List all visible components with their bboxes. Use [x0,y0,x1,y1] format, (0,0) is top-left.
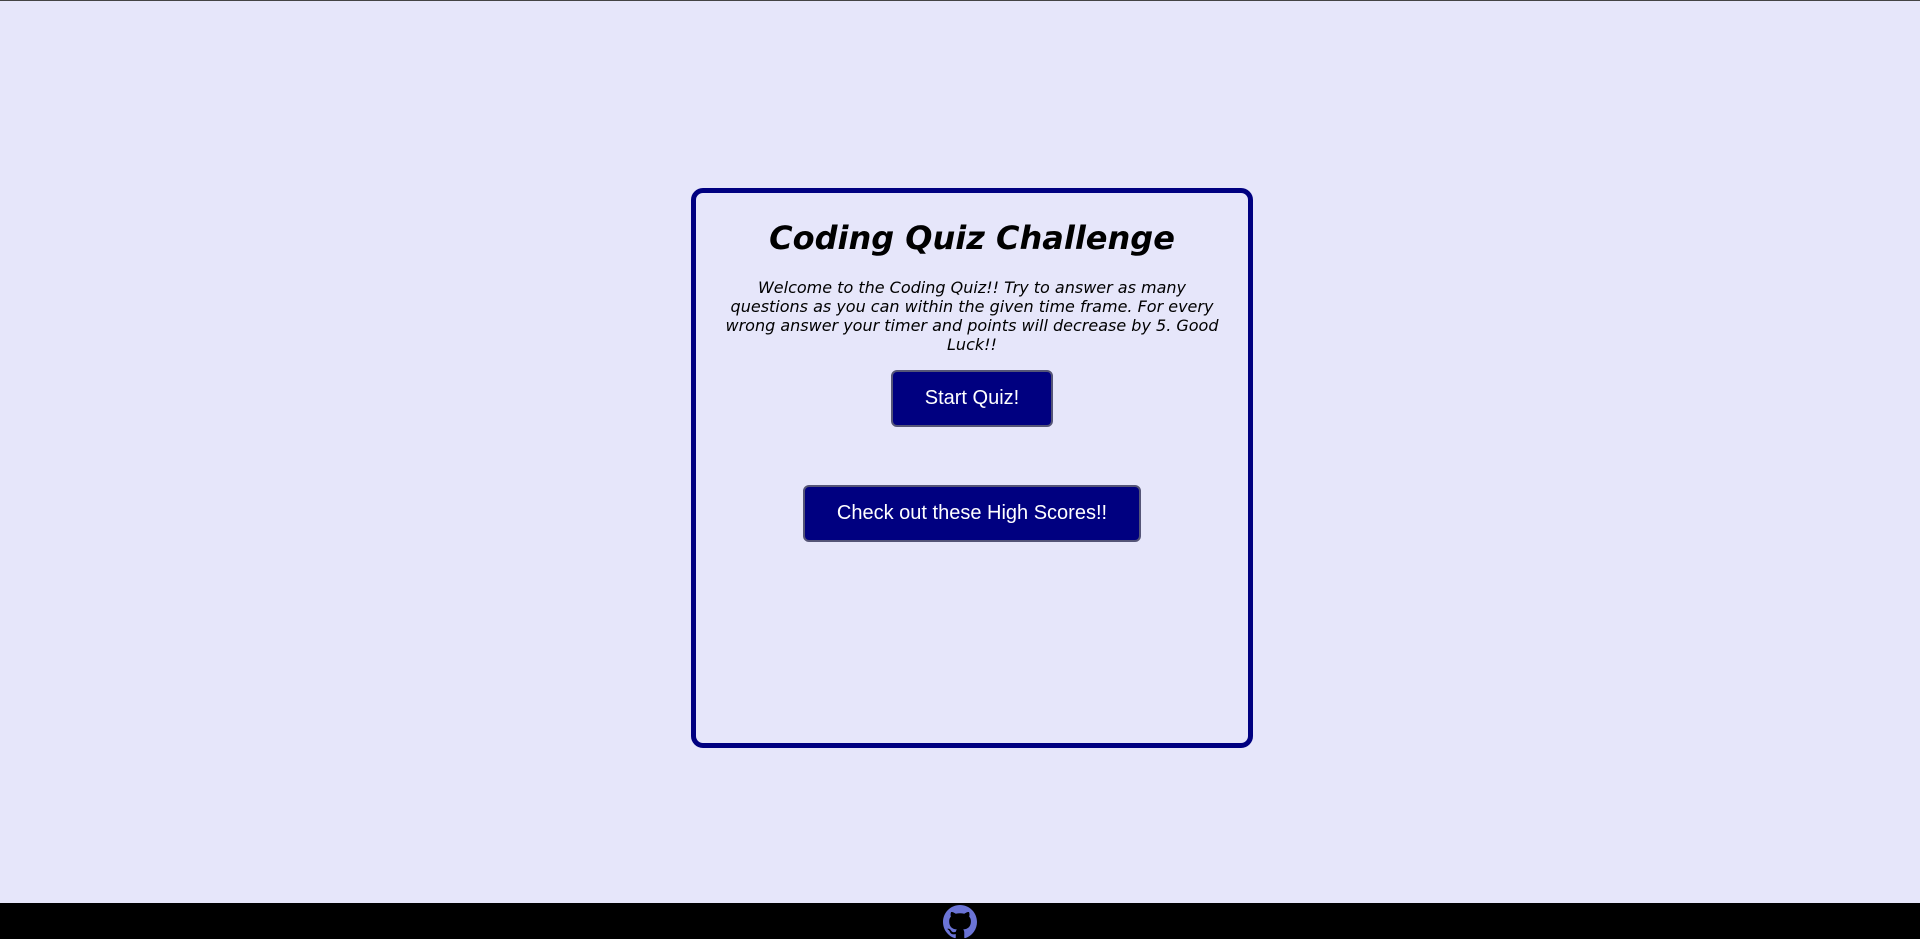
page-title: Coding Quiz Challenge [769,219,1175,257]
top-border [0,0,1920,1]
github-link[interactable] [943,905,977,939]
quiz-card: Coding Quiz Challenge Welcome to the Cod… [691,188,1253,748]
intro-text: Welcome to the Coding Quiz!! Try to answ… [725,278,1219,354]
github-icon [943,905,977,939]
start-quiz-button[interactable]: Start Quiz! [891,370,1053,427]
footer [0,903,1920,939]
high-scores-button[interactable]: Check out these High Scores!! [803,485,1141,542]
